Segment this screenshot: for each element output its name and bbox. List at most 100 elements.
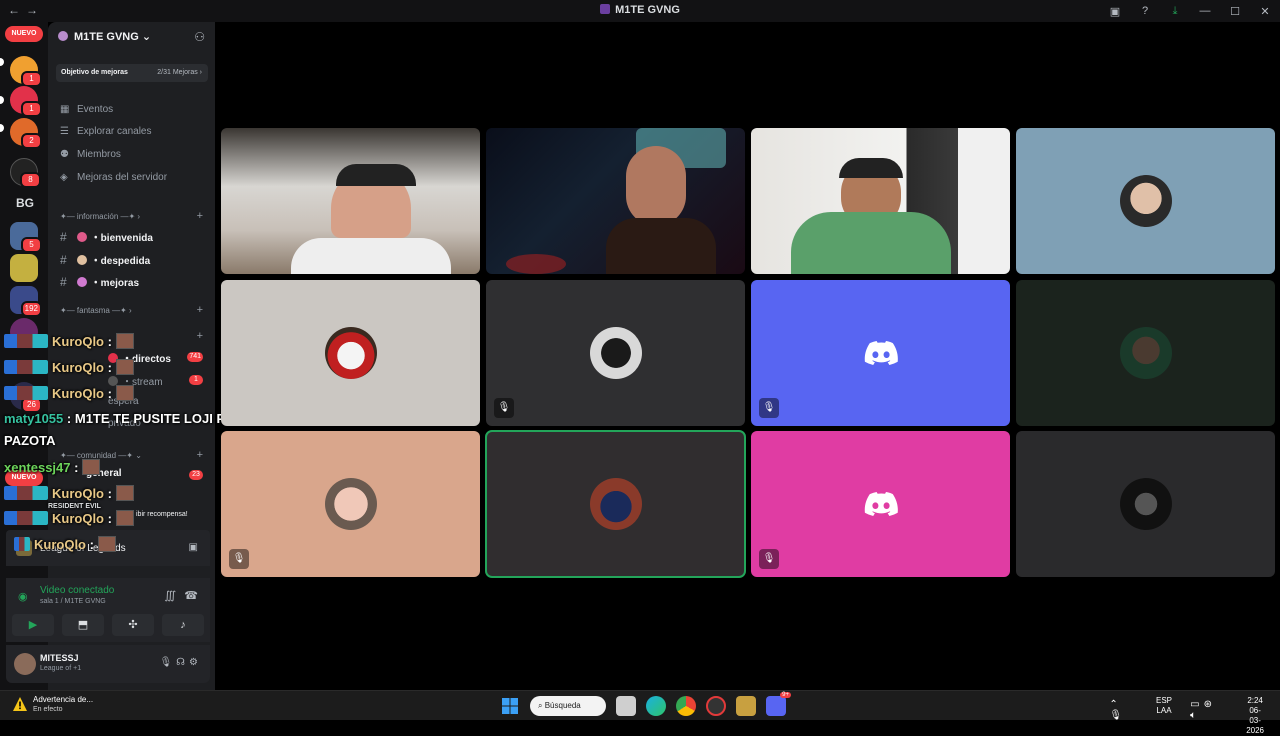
tray-icons[interactable]: ⌃🎙︎	[1109, 699, 1132, 721]
title-bar: ←→ M1TE GVNG ▣ ? ⤓ — ☐ ✕	[0, 0, 1280, 22]
video-tile-camera-3[interactable]	[751, 128, 1010, 274]
server-icon-5[interactable]: 5	[10, 222, 42, 253]
close-button[interactable]: ✕	[1250, 5, 1280, 18]
league-app-icon[interactable]	[736, 696, 756, 716]
avatar[interactable]	[14, 653, 36, 675]
settings-gear-icon[interactable]: ⚙	[189, 657, 202, 668]
taskbar-search[interactable]: ⌕ Búsqueda	[530, 696, 606, 716]
network-volume-icons[interactable]: ▭⊛🔈︎	[1190, 699, 1216, 721]
emote-icon	[115, 359, 134, 375]
video-tile-avatar-7-speaking[interactable]	[485, 430, 746, 578]
screen-share-button[interactable]: ⬒	[62, 614, 104, 636]
windows-start-icon[interactable]	[500, 696, 520, 716]
stream-game-icon[interactable]: ▣	[189, 542, 198, 553]
add-channel-icon[interactable]: +	[197, 304, 203, 316]
activities-button[interactable]: ✣	[112, 614, 154, 636]
channel-mejoras[interactable]: # ・mejoras	[60, 274, 139, 289]
video-tile-avatar-5[interactable]	[1016, 280, 1275, 426]
reward-banner-text[interactable]: ibir recompensa!	[136, 511, 188, 518]
chat-message: KuroQlo :	[14, 536, 116, 552]
video-tile-camera-2[interactable]	[486, 128, 745, 274]
warning-icon[interactable]	[12, 696, 28, 712]
server-icon-4[interactable]: 8	[10, 158, 41, 188]
server-icon-2[interactable]: 1	[10, 86, 42, 117]
chrome-browser-icon[interactable]	[676, 696, 696, 716]
video-tile-camera-1[interactable]	[221, 128, 480, 274]
download-icon[interactable]: ⤓	[1160, 5, 1190, 18]
server-icon-1[interactable]: 1	[10, 56, 42, 87]
channel-despedida[interactable]: # ・despedida	[60, 252, 150, 267]
emote-icon	[115, 510, 134, 526]
participant-avatar	[589, 478, 642, 530]
menu-events[interactable]: ▦ Eventos	[60, 104, 113, 115]
headphones-icon[interactable]: ☊	[176, 657, 189, 668]
participant-video	[626, 146, 686, 226]
server-icon-7[interactable]: 192	[10, 286, 42, 317]
obs-app-icon[interactable]	[706, 696, 726, 716]
chat-badges-icon	[14, 537, 30, 551]
server-icon	[600, 4, 611, 14]
taskbar-apps: ⌕ Búsqueda 9+	[500, 692, 791, 718]
menu-server-boost[interactable]: ◈ Mejoras del servidor	[60, 172, 167, 183]
emote-icon	[115, 385, 134, 401]
chat-message: KuroQlo :	[4, 485, 134, 501]
chat-message: KuroQlo :	[4, 333, 134, 349]
video-tile-avatar-1[interactable]	[1016, 128, 1275, 274]
user-activity-status: League of +1	[40, 665, 82, 672]
video-tile-avatar-4[interactable]: 🎙︎	[751, 280, 1010, 426]
participant-avatar	[324, 327, 377, 379]
camera-button[interactable]: ▶	[12, 614, 54, 636]
noise-suppression-icon[interactable]: ∭	[164, 589, 176, 602]
server-icon-6[interactable]	[10, 254, 38, 282]
voice-status[interactable]: Video conectado	[40, 585, 114, 596]
warning-title[interactable]: Advertencia de...	[33, 695, 93, 704]
unread-pill	[0, 58, 4, 66]
screen-share-icon[interactable]: ▣	[1100, 5, 1130, 18]
minimize-button[interactable]: —	[1190, 5, 1220, 17]
rocket-icon	[76, 277, 87, 287]
language-indicator[interactable]: ESP LAA	[1156, 696, 1172, 716]
chat-message-continuation: PAZOTA	[4, 433, 56, 448]
emote-icon	[115, 485, 134, 501]
chat-badges-icon	[4, 511, 48, 525]
add-channel-icon[interactable]: +	[197, 210, 203, 222]
muted-mic-icon: 🎙︎	[759, 398, 779, 418]
menu-members[interactable]: ⚉ Miembros	[60, 149, 121, 160]
invite-people-icon[interactable]: ⚇	[194, 30, 205, 44]
help-icon[interactable]: ?	[1130, 5, 1160, 17]
video-tile-avatar-3[interactable]: 🎙︎	[486, 280, 745, 426]
cap	[336, 164, 416, 186]
server-name-dropdown[interactable]: M1TE GVNG ⌄	[58, 30, 151, 43]
members-icon: ⚉	[60, 149, 69, 160]
emote-icon	[115, 333, 134, 349]
video-tile-avatar-2[interactable]	[221, 280, 480, 426]
server-avatar-icon	[58, 31, 68, 41]
maximize-button[interactable]: ☐	[1220, 5, 1250, 18]
connection-signal-icon[interactable]: ◉	[18, 590, 28, 603]
category-informacion[interactable]: ✦— información —✦ ›	[60, 212, 140, 221]
hash-icon: #	[60, 275, 67, 289]
discord-logo-icon	[864, 341, 898, 365]
server-icon-3[interactable]: 2	[10, 118, 42, 149]
emote-icon	[97, 536, 116, 552]
video-tile-avatar-8[interactable]: 🎙︎	[751, 431, 1010, 577]
category-fantasma[interactable]: ✦— fantasma —✦ ›	[60, 306, 132, 315]
discord-app-icon[interactable]: 9+	[766, 692, 791, 716]
cloud-icon	[76, 255, 87, 265]
microphone-icon[interactable]: 🎙︎	[159, 657, 176, 668]
clock[interactable]: 2:24 06-03-2026	[1246, 696, 1264, 736]
soundboard-button[interactable]: ♪	[162, 614, 204, 636]
edge-browser-icon[interactable]	[646, 696, 666, 716]
task-view-icon[interactable]	[616, 696, 636, 716]
emote-icon	[82, 459, 101, 475]
disconnect-icon[interactable]: ☎	[184, 589, 198, 602]
add-channel-icon[interactable]: +	[197, 330, 203, 342]
video-tile-avatar-6[interactable]: 🎙︎	[221, 431, 480, 577]
add-channel-icon[interactable]: +	[197, 449, 203, 461]
video-tile-avatar-9[interactable]	[1016, 431, 1275, 577]
channel-bienvenida[interactable]: # ・bienvenida	[60, 229, 153, 244]
menu-browse-channels[interactable]: ☰ Explorar canales	[60, 126, 151, 137]
participant-avatar	[324, 478, 377, 530]
boost-goal-bar[interactable]: Objetivo de mejoras 2/31 Mejoras ›	[56, 64, 208, 82]
voice-room[interactable]: sala 1 / M1TE GVNG	[40, 598, 106, 605]
